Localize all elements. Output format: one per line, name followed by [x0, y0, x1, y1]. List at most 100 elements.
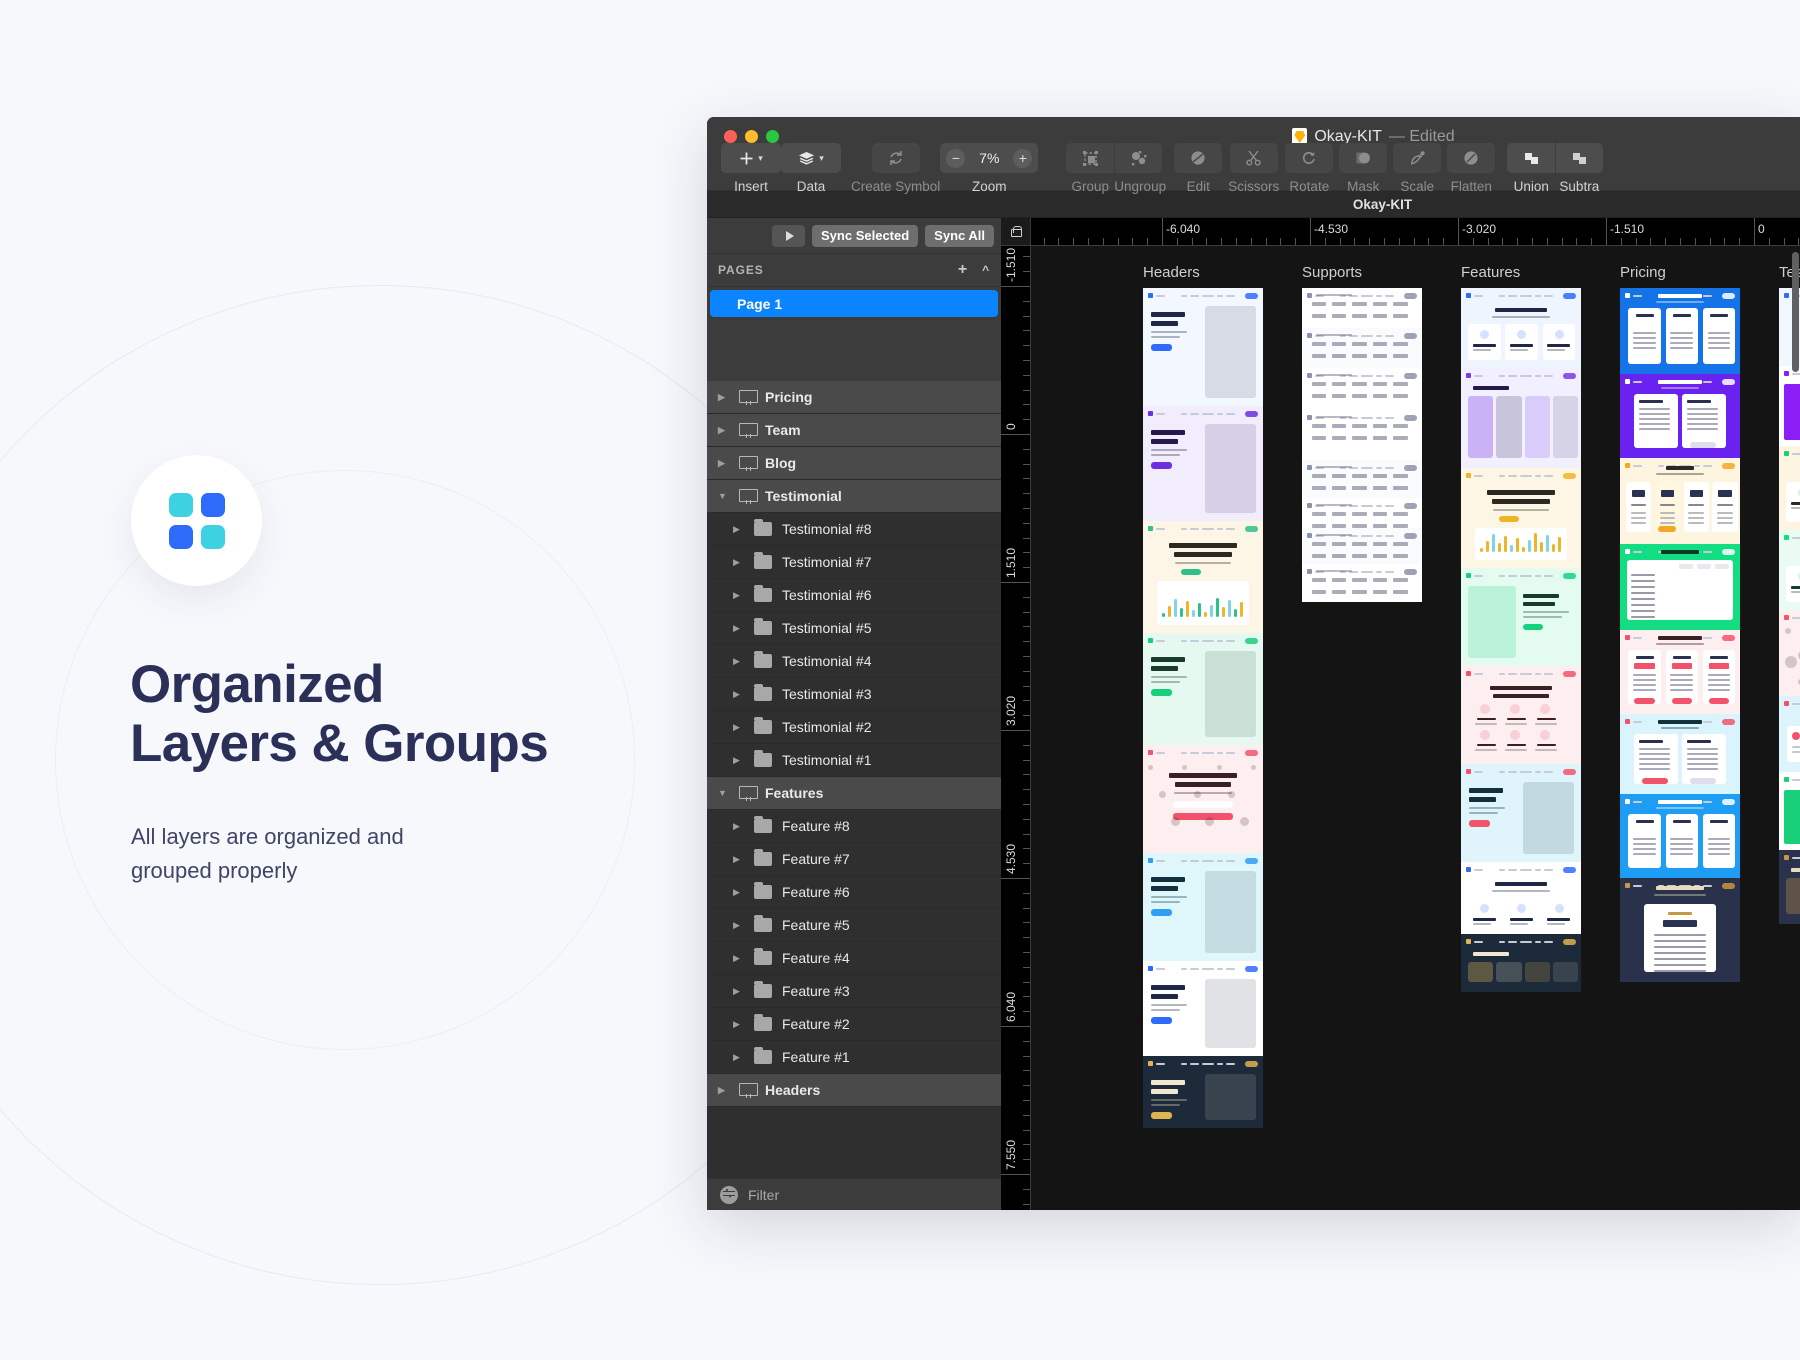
layer-row-testimonial-6[interactable]: Testimonial #6: [707, 579, 1001, 612]
chevron-right-icon[interactable]: [733, 689, 747, 700]
flatten-icon[interactable]: [1447, 143, 1495, 173]
artboard-label[interactable]: Pricing: [1620, 264, 1740, 281]
canvas-area[interactable]: -6.040-4.530-3.020-1.51001.510 -1.51001.…: [1001, 218, 1800, 1210]
symbol-refresh-icon[interactable]: [872, 143, 920, 173]
layer-filter-bar[interactable]: Filter: [707, 1178, 1001, 1210]
play-icon[interactable]: [772, 225, 805, 247]
layer-row-pricing[interactable]: Pricing: [707, 381, 1001, 414]
layer-row-testimonial-1[interactable]: Testimonial #1: [707, 744, 1001, 777]
page-item-0[interactable]: Page 1: [710, 290, 998, 317]
layer-row-feature-2[interactable]: Feature #2: [707, 1008, 1001, 1041]
artboard-preview[interactable]: [1461, 288, 1581, 992]
edit-vector-icon[interactable]: [1174, 143, 1222, 173]
layer-row-testimonial-4[interactable]: Testimonial #4: [707, 645, 1001, 678]
ungroup-icon[interactable]: [1114, 143, 1162, 173]
chevron-right-icon[interactable]: [733, 755, 747, 766]
chevron-right-icon[interactable]: [718, 458, 732, 469]
artboard-canvas[interactable]: HeadersSupportsFeaturesPricingTestimonia…: [1031, 246, 1800, 1210]
chevron-right-icon[interactable]: [718, 425, 732, 436]
chevron-right-icon[interactable]: [733, 920, 747, 931]
create-symbol-tool[interactable]: Create Symbol: [851, 143, 940, 194]
layer-row-feature-7[interactable]: Feature #7: [707, 843, 1001, 876]
lock-icon[interactable]: [1011, 226, 1020, 237]
layer-row-feature-5[interactable]: Feature #5: [707, 909, 1001, 942]
mask-tool[interactable]: Mask: [1339, 143, 1387, 194]
scissors-icon[interactable]: [1230, 143, 1278, 173]
ruler-corner[interactable]: [1001, 218, 1031, 246]
chevron-right-icon[interactable]: [733, 986, 747, 997]
layer-row-testimonial-7[interactable]: Testimonial #7: [707, 546, 1001, 579]
edit-tool[interactable]: Edit: [1174, 143, 1222, 194]
rotate-tool[interactable]: Rotate: [1285, 143, 1333, 194]
chevron-right-icon[interactable]: [718, 392, 732, 403]
union-icon[interactable]: [1507, 143, 1555, 173]
zoom-control[interactable]: −7%+Zoom: [940, 143, 1038, 194]
chevron-right-icon[interactable]: [733, 821, 747, 832]
chevron-down-icon[interactable]: ▾: [758, 153, 763, 164]
sync-all-button[interactable]: Sync All: [925, 225, 994, 247]
layer-row-testimonial-3[interactable]: Testimonial #3: [707, 678, 1001, 711]
chevron-right-icon[interactable]: [733, 1019, 747, 1030]
layer-row-headers[interactable]: Headers: [707, 1074, 1001, 1107]
layer-row-testimonial-5[interactable]: Testimonial #5: [707, 612, 1001, 645]
layer-row-features[interactable]: Features: [707, 777, 1001, 810]
zoom-in-button[interactable]: +: [1013, 149, 1032, 168]
data-tool[interactable]: ▾Data: [781, 143, 841, 194]
layer-row-blog[interactable]: Blog: [707, 447, 1001, 480]
union-subtract-group[interactable]: UnionSubtra: [1507, 143, 1603, 194]
artboard-label[interactable]: Headers: [1143, 264, 1263, 281]
artboard-preview[interactable]: [1779, 288, 1800, 924]
layer-row-team[interactable]: Team: [707, 414, 1001, 447]
flatten-tool[interactable]: Flatten: [1447, 143, 1495, 194]
main-toolbar[interactable]: ▾Insert▾DataCreate Symbol−7%+Zoom GroupUn…: [707, 143, 1800, 191]
artboard-column-headers[interactable]: Headers: [1143, 264, 1263, 1128]
artboard-column-supports[interactable]: Supports: [1302, 264, 1422, 602]
scale-tool[interactable]: Scale: [1393, 143, 1441, 194]
layer-row-feature-1[interactable]: Feature #1: [707, 1041, 1001, 1074]
zoom-out-button[interactable]: −: [946, 149, 965, 168]
scale-icon[interactable]: [1393, 143, 1441, 173]
chevron-right-icon[interactable]: [733, 722, 747, 733]
chevron-right-icon[interactable]: [733, 623, 747, 634]
chevron-right-icon[interactable]: [733, 953, 747, 964]
layer-row-feature-8[interactable]: Feature #8: [707, 810, 1001, 843]
group-icon[interactable]: [1066, 143, 1114, 173]
layer-row-testimonial-8[interactable]: Testimonial #8: [707, 513, 1001, 546]
pages-list[interactable]: Page 1: [707, 287, 1001, 381]
layers-list[interactable]: PricingTeamBlogTestimonialTestimonial #8…: [707, 381, 1001, 1178]
artboard-preview[interactable]: [1302, 288, 1422, 602]
chevron-right-icon[interactable]: [733, 656, 747, 667]
scissors-tool[interactable]: Scissors: [1228, 143, 1279, 194]
artboard-preview[interactable]: [1143, 288, 1263, 1128]
add-page-icon[interactable]: +: [958, 262, 968, 278]
chevron-right-icon[interactable]: [733, 557, 747, 568]
chevron-right-icon[interactable]: [733, 1052, 747, 1063]
layer-row-testimonial[interactable]: Testimonial: [707, 480, 1001, 513]
layer-row-testimonial-2[interactable]: Testimonial #2: [707, 711, 1001, 744]
chevron-right-icon[interactable]: [733, 524, 747, 535]
layer-row-feature-3[interactable]: Feature #3: [707, 975, 1001, 1008]
chevron-down-icon[interactable]: ▾: [819, 153, 824, 164]
filter-input[interactable]: Filter: [748, 1187, 779, 1203]
horizontal-ruler[interactable]: -6.040-4.530-3.020-1.51001.510: [1031, 218, 1800, 246]
chevron-down-icon[interactable]: [718, 491, 732, 501]
group-ungroup-group[interactable]: GroupUngroup: [1066, 143, 1162, 194]
artboard-label[interactable]: Supports: [1302, 264, 1422, 281]
chevron-right-icon[interactable]: [733, 887, 747, 898]
artboard-preview[interactable]: [1620, 288, 1740, 982]
layers-icon[interactable]: ▾: [781, 143, 841, 173]
canvas-scrollbar[interactable]: [1792, 252, 1799, 372]
vertical-ruler[interactable]: -1.51001.5103.0204.5306.0407.550: [1001, 246, 1031, 1210]
sync-selected-button[interactable]: Sync Selected: [812, 225, 918, 247]
chevron-down-icon[interactable]: [718, 788, 732, 798]
mask-icon[interactable]: [1339, 143, 1387, 173]
subtract-icon[interactable]: [1555, 143, 1603, 173]
chevron-right-icon[interactable]: [733, 590, 747, 601]
rotate-icon[interactable]: [1285, 143, 1333, 173]
plus-icon[interactable]: ▾: [721, 143, 781, 173]
insert-tool[interactable]: ▾Insert: [721, 143, 781, 194]
chevron-right-icon[interactable]: [718, 1085, 732, 1096]
chevron-right-icon[interactable]: [733, 854, 747, 865]
artboard-label[interactable]: Features: [1461, 264, 1581, 281]
chevron-up-icon[interactable]: ^: [982, 264, 990, 276]
